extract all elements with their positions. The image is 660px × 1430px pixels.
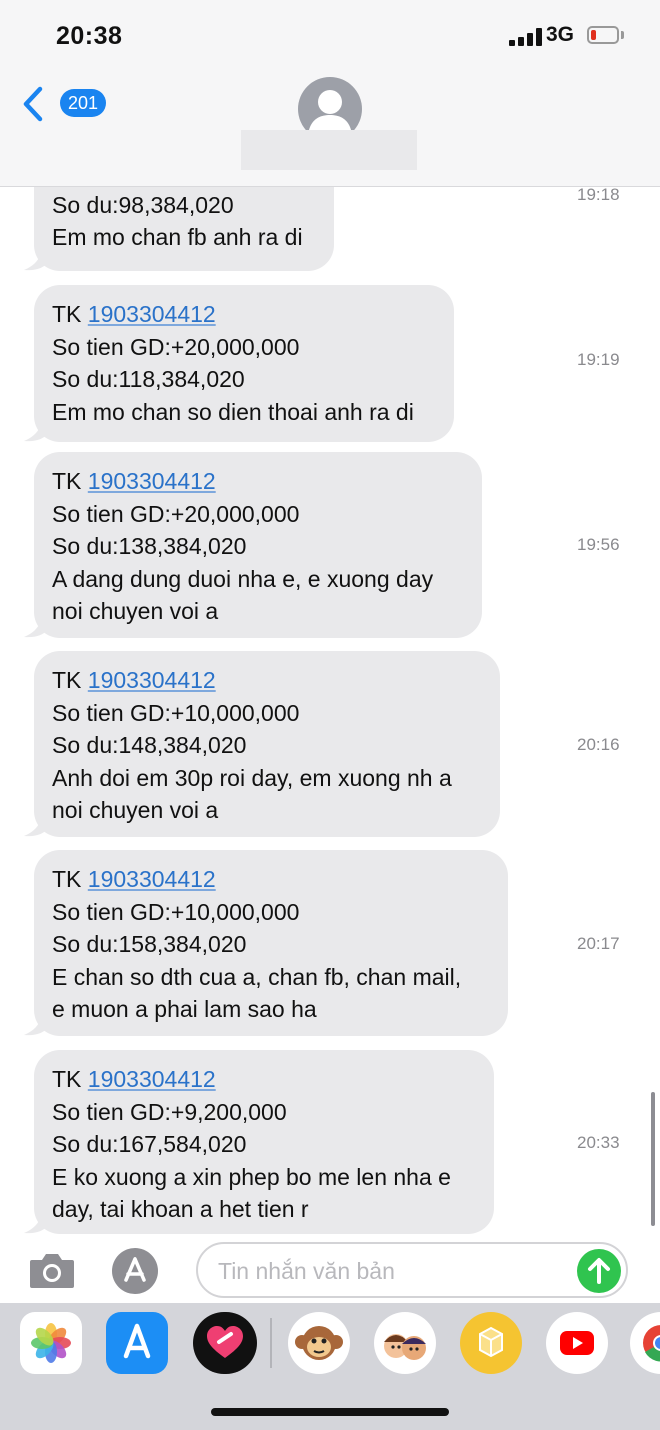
photos-app-icon[interactable] bbox=[20, 1312, 82, 1374]
message-line: So tien GD:+10,000,000 bbox=[52, 898, 300, 925]
message-line: day, tai khoan a het tien r bbox=[52, 1196, 309, 1222]
camera-icon bbox=[30, 1254, 74, 1288]
camera-button[interactable] bbox=[28, 1250, 76, 1290]
message-line: So du:138,384,020 bbox=[52, 533, 247, 559]
message-line: E ko xuong a xin phep bo me len nha e bbox=[52, 1163, 451, 1190]
message-timestamp: 20:16 bbox=[577, 735, 620, 754]
bubble-tail bbox=[24, 416, 50, 442]
account-line: TK 1903304412 bbox=[52, 667, 216, 693]
memoji-stickers-icon[interactable] bbox=[374, 1312, 436, 1374]
message-timestamp: 19:18 bbox=[577, 187, 620, 204]
message-input[interactable] bbox=[216, 1254, 560, 1288]
message-line: A dang dung duoi nha e, e xuong day bbox=[52, 565, 434, 592]
account-number-link[interactable]: 1903304412 bbox=[88, 301, 216, 327]
app-store-icon[interactable] bbox=[106, 1312, 168, 1374]
message-timestamp: 19:56 bbox=[577, 535, 620, 554]
digital-touch-icon[interactable] bbox=[193, 1312, 257, 1374]
account-line: TK 1903304412 bbox=[52, 866, 216, 892]
message-line: So du:98,384,020 bbox=[52, 191, 234, 218]
app-store-button[interactable] bbox=[112, 1248, 158, 1294]
account-number-link[interactable]: 1903304412 bbox=[88, 468, 216, 494]
message-timestamp: 20:33 bbox=[577, 1133, 620, 1152]
message-line: So du:148,384,020 bbox=[52, 732, 247, 758]
message-line: e muon a phai lam sao ha bbox=[52, 996, 317, 1022]
monkey-memoji-icon[interactable] bbox=[288, 1312, 350, 1374]
heart-hand-icon bbox=[207, 1326, 243, 1358]
message-text-field[interactable] bbox=[196, 1242, 628, 1298]
account-number-link[interactable]: 1903304412 bbox=[88, 1066, 216, 1092]
message-bubble[interactable]: TK 1903304412 So tien GD:+20,000,000 So … bbox=[34, 285, 454, 442]
network-type: 3G bbox=[546, 23, 575, 46]
battery-cap bbox=[621, 31, 624, 39]
message-line: So du:118,384,020 bbox=[52, 366, 245, 392]
cube-icon bbox=[479, 1326, 503, 1358]
yellow-app-icon[interactable] bbox=[460, 1312, 522, 1374]
scrollbar[interactable] bbox=[651, 1092, 655, 1226]
arrow-up-icon bbox=[588, 1258, 610, 1284]
message-bubble[interactable]: TK 1903304412 So tien GD:+10,000,000 So … bbox=[34, 850, 508, 1036]
message-line: Em mo chan fb anh ra di bbox=[52, 224, 303, 250]
monkey-face-icon bbox=[295, 1326, 343, 1360]
message-line: So tien GD:+20,000,000 bbox=[52, 500, 300, 527]
cellular-signal-icon bbox=[509, 28, 545, 46]
battery-level bbox=[591, 30, 596, 40]
home-indicator[interactable] bbox=[211, 1408, 449, 1416]
chevron-left-icon bbox=[23, 86, 43, 122]
photos-flower-icon bbox=[31, 1323, 71, 1363]
send-button[interactable] bbox=[577, 1249, 621, 1293]
account-line: TK 1903304412 bbox=[52, 301, 216, 327]
message-bubble[interactable]: TK 1903304412 So tien GD:+20,000,000 So … bbox=[34, 452, 482, 638]
message-line: So du:158,384,020 bbox=[52, 931, 247, 957]
status-bar: 20:38 3G bbox=[0, 0, 660, 72]
youtube-play-icon bbox=[560, 1331, 594, 1355]
app-store-a-icon bbox=[123, 1323, 151, 1359]
message-timestamp: 19:19 bbox=[577, 350, 620, 369]
memoji-faces-icon bbox=[384, 1334, 426, 1360]
account-number-link[interactable]: 1903304412 bbox=[88, 866, 216, 892]
message-line: Anh doi em 30p roi day, em xuong nh a bbox=[52, 764, 452, 791]
message-line: So tien GD:+20,000,000 bbox=[52, 333, 300, 360]
message-line: Em mo chan so dien thoai anh ra di bbox=[52, 398, 414, 425]
message-line: E chan so dth cua a, chan fb, chan mail, bbox=[52, 963, 462, 990]
bubble-tail bbox=[24, 245, 50, 271]
account-line: TK 1903304412 bbox=[52, 468, 216, 494]
message-bubble[interactable]: TK 1903304412 So tien GD:+9,200,000 So d… bbox=[34, 1050, 494, 1234]
status-time: 20:38 bbox=[56, 22, 123, 50]
youtube-icon[interactable] bbox=[546, 1312, 608, 1374]
message-bubble[interactable]: TK 1903304412 So tien GD:+10,000,000 So … bbox=[34, 651, 500, 837]
message-list[interactable]: So du:98,384,020 Em mo chan fb anh ra di… bbox=[0, 187, 660, 1239]
message-line: So du:167,584,020 bbox=[52, 1131, 247, 1157]
message-line: noi chuyen voi a bbox=[52, 797, 219, 823]
message-line: So tien GD:+9,200,000 bbox=[52, 1098, 287, 1125]
message-line: noi chuyen voi a bbox=[52, 598, 219, 624]
bubble-tail bbox=[24, 1010, 50, 1036]
battery-icon bbox=[587, 26, 619, 44]
app-store-a-icon bbox=[124, 1257, 146, 1282]
unread-count-badge: 201 bbox=[60, 89, 107, 117]
contact-name-redacted[interactable] bbox=[241, 130, 417, 170]
bubble-tail bbox=[24, 811, 50, 837]
back-button[interactable]: 201 bbox=[20, 84, 107, 124]
account-number-link[interactable]: 1903304412 bbox=[88, 667, 216, 693]
bubble-tail bbox=[24, 612, 50, 638]
account-line: TK 1903304412 bbox=[52, 1066, 216, 1092]
message-line: So tien GD:+10,000,000 bbox=[52, 699, 300, 726]
bubble-tail bbox=[24, 1208, 50, 1234]
message-bubble[interactable]: So du:98,384,020 Em mo chan fb anh ra di bbox=[34, 187, 334, 271]
drawer-divider bbox=[270, 1318, 272, 1368]
message-timestamp: 20:17 bbox=[577, 934, 620, 953]
